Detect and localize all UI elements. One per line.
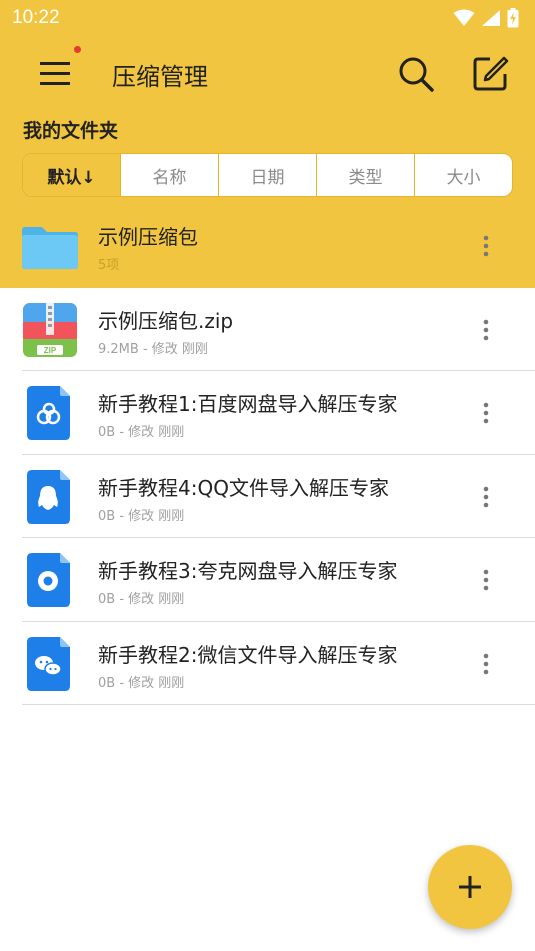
more-options-icon[interactable] xyxy=(476,565,496,595)
folder-icon xyxy=(22,227,78,269)
file-meta: 5项 xyxy=(98,258,120,273)
more-options-icon[interactable] xyxy=(476,315,496,345)
add-button[interactable] xyxy=(428,845,512,929)
list-item-zip[interactable]: ZIP 示例压缩包.zip 9.2MB - 修改 刚刚 xyxy=(0,288,535,371)
menu-button[interactable] xyxy=(36,56,76,92)
hamburger-menu-icon xyxy=(40,62,70,85)
more-options-icon[interactable] xyxy=(476,482,496,512)
file-name: 示例压缩包.zip xyxy=(98,308,234,333)
zip-badge: ZIP xyxy=(44,346,57,355)
wifi-icon xyxy=(453,9,475,26)
sort-tab-date[interactable]: 日期 xyxy=(219,154,317,196)
qq-doc-icon xyxy=(27,469,70,524)
baidu-netdisk-doc-icon xyxy=(27,386,70,440)
list-item-file[interactable]: 新手教程1:百度网盘导入解压专家 0B - 修改 刚刚 xyxy=(0,371,535,455)
status-time: 10:22 xyxy=(12,7,60,28)
file-name: 新手教程1:百度网盘导入解压专家 xyxy=(98,392,398,416)
file-name: 新手教程2:微信文件导入解压专家 xyxy=(98,642,398,667)
file-list: 示例压缩包 5项 ZIP 示例压缩包.zip 9.2MB - 修改 刚刚 新手教… xyxy=(0,204,535,705)
status-icons xyxy=(453,8,519,28)
divider xyxy=(22,704,535,705)
section-header: 我的文件夹 默认↓ 名称 日期 类型 大小 xyxy=(0,110,535,204)
list-item-file[interactable]: 新手教程2:微信文件导入解压专家 0B - 修改 刚刚 xyxy=(0,622,535,705)
list-item-file[interactable]: 新手教程3:夸克网盘导入解压专家 0B - 修改 刚刚 xyxy=(0,538,535,622)
sort-tab-type[interactable]: 类型 xyxy=(317,154,415,196)
sort-tab-size[interactable]: 大小 xyxy=(415,154,512,196)
list-item-file[interactable]: 新手教程4:QQ文件导入解压专家 0B - 修改 刚刚 xyxy=(0,455,535,538)
search-button[interactable] xyxy=(396,54,436,94)
notification-dot xyxy=(74,46,81,53)
status-bar: 10:22 xyxy=(0,0,535,38)
file-name: 新手教程3:夸克网盘导入解压专家 xyxy=(98,559,398,583)
file-meta: 0B - 修改 刚刚 xyxy=(98,508,185,524)
file-name: 示例压缩包 xyxy=(98,225,198,249)
file-meta: 0B - 修改 刚刚 xyxy=(98,425,185,440)
wechat-doc-icon xyxy=(27,636,70,691)
zip-file-icon: ZIP xyxy=(23,302,77,357)
more-options-icon[interactable] xyxy=(476,398,496,428)
list-item-folder[interactable]: 示例压缩包 5项 xyxy=(0,204,535,288)
sort-tab-name[interactable]: 名称 xyxy=(121,154,219,196)
more-options-icon[interactable] xyxy=(476,231,496,261)
sort-tabs: 默认↓ 名称 日期 类型 大小 xyxy=(22,153,513,197)
app-bar: 压缩管理 xyxy=(0,38,535,110)
section-title: 我的文件夹 xyxy=(23,120,119,142)
file-meta: 0B - 修改 刚刚 xyxy=(98,592,185,607)
app-title: 压缩管理 xyxy=(112,63,208,91)
edit-icon xyxy=(473,56,509,91)
file-meta: 9.2MB - 修改 刚刚 xyxy=(98,341,208,357)
quark-doc-icon xyxy=(27,553,70,607)
plus-icon xyxy=(459,876,481,898)
battery-charging-icon xyxy=(507,8,519,28)
file-meta: 0B - 修改 刚刚 xyxy=(98,675,185,691)
edit-button[interactable] xyxy=(470,54,510,94)
search-icon xyxy=(399,57,434,92)
more-options-icon[interactable] xyxy=(476,649,496,679)
signal-icon xyxy=(482,10,500,26)
sort-tab-default[interactable]: 默认↓ xyxy=(23,154,121,196)
file-name: 新手教程4:QQ文件导入解压专家 xyxy=(98,475,389,500)
